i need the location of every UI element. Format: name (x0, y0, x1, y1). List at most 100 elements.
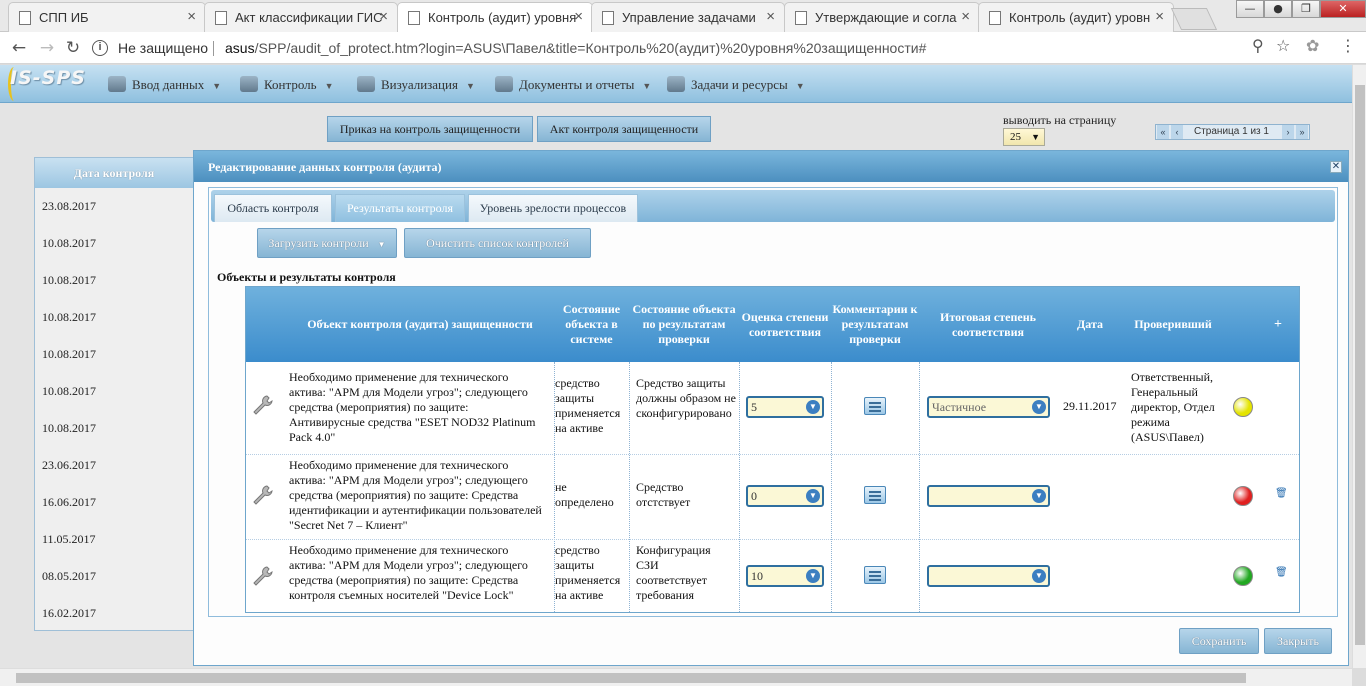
menu-icon[interactable]: ⋮ (1340, 36, 1356, 55)
tasks-icon (667, 76, 685, 92)
page-icon (215, 11, 227, 25)
date-row[interactable]: 16.02.2017 (35, 595, 193, 632)
pager-text: Страница 1 из 1 (1194, 126, 1269, 137)
first-page-icon[interactable]: « (1157, 125, 1169, 139)
tab-scope[interactable]: Область контроля (214, 194, 332, 222)
final-select[interactable]: ▼ (927, 485, 1050, 507)
date-row[interactable]: 08.05.2017 (35, 558, 193, 595)
final-select[interactable]: Частичное ▼ (927, 396, 1050, 418)
state-check-text: Средство защиты должны образом не сконфи… (636, 376, 736, 420)
col-state-check[interactable]: Состояние объекта по результатам проверк… (629, 287, 739, 362)
final-select[interactable]: ▼ (927, 565, 1050, 587)
clear-controls-button[interactable]: Очистить список контролей (404, 228, 591, 258)
menu-control[interactable]: Контроль ▼ (240, 76, 334, 93)
control-icon (240, 76, 258, 92)
horizontal-scrollbar[interactable] (0, 668, 1352, 686)
info-icon[interactable]: i (92, 40, 108, 56)
date-text: 29.11.2017 (1063, 399, 1117, 413)
dialog-title: Редактирование данных контроля (аудита) (194, 151, 1348, 182)
close-icon[interactable]: × (379, 8, 388, 25)
menu-visualization[interactable]: Визуализация ▼ (357, 76, 475, 93)
vertical-scrollbar[interactable] (1352, 65, 1366, 668)
chevron-down-icon: ▼ (1031, 132, 1040, 142)
maximize-button[interactable]: ❐ (1292, 0, 1320, 18)
scrollbar-thumb[interactable] (16, 673, 1246, 683)
col-comments[interactable]: Комментарии к результатам проверки (831, 287, 919, 362)
user-button[interactable]: ● (1264, 0, 1292, 18)
date-row[interactable]: 10.08.2017 (35, 299, 193, 336)
tab-results[interactable]: Результаты контроля (335, 194, 465, 222)
browser-tab[interactable]: Акт классификации ГИС × (204, 2, 398, 32)
col-object[interactable]: Объект контроля (аудита) защищенности (286, 287, 554, 362)
score-select[interactable]: 5 ▼ (746, 396, 824, 418)
close-icon[interactable]: × (961, 8, 970, 25)
wrench-icon[interactable] (252, 394, 274, 416)
save-button[interactable]: Сохранить (1179, 628, 1259, 654)
comment-icon[interactable] (864, 486, 886, 504)
col-checker[interactable]: Проверивший (1123, 287, 1223, 362)
back-icon[interactable]: ← (8, 37, 30, 59)
wrench-icon[interactable] (252, 565, 274, 587)
close-button[interactable]: Закрыть (1264, 628, 1332, 654)
date-row[interactable]: 16.06.2017 (35, 484, 193, 521)
chevron-down-icon: ▼ (1032, 569, 1046, 583)
table-row[interactable]: Необходимо применение для технического а… (246, 362, 1299, 454)
browser-tab-active[interactable]: Контроль (аудит) уровня × (397, 2, 593, 33)
close-icon[interactable]: × (1155, 8, 1164, 25)
close-icon[interactable]: ✕ (1330, 161, 1342, 173)
bookmark-star-icon[interactable]: ☆ (1276, 36, 1290, 55)
browser-tab[interactable]: Утверждающие и согла × (784, 2, 980, 32)
comment-icon[interactable] (864, 397, 886, 415)
prev-page-icon[interactable]: ‹ (1171, 125, 1183, 139)
extension-icon[interactable]: ✿ (1306, 36, 1319, 55)
minimize-button[interactable]: — (1236, 0, 1264, 18)
menu-tasks[interactable]: Задачи и ресурсы ▼ (667, 76, 805, 93)
date-row[interactable]: 10.08.2017 (35, 336, 193, 373)
menu-data-entry[interactable]: Ввод данных ▼ (108, 76, 221, 93)
browser-tab[interactable]: СПП ИБ × (8, 2, 206, 32)
close-icon[interactable]: × (766, 8, 775, 25)
score-select[interactable]: 0 ▼ (746, 485, 824, 507)
address-bar[interactable]: i Не защищено asus/SPP/audit_of_protect.… (92, 36, 1302, 60)
menu-documents[interactable]: Документы и отчеты ▼ (495, 76, 651, 93)
col-state-system[interactable]: Состояние объекта в системе (554, 287, 629, 362)
table-row[interactable]: Необходимо применение для технического а… (246, 454, 1299, 539)
col-date[interactable]: Дата (1057, 287, 1123, 362)
score-select[interactable]: 10 ▼ (746, 565, 824, 587)
load-controls-button[interactable]: Загрузить контроли ▼ (257, 228, 397, 258)
tab-maturity[interactable]: Уровень зрелости процессов (468, 194, 638, 222)
add-row-icon[interactable]: + (1274, 317, 1282, 333)
date-row[interactable]: 10.08.2017 (35, 410, 193, 447)
date-row[interactable]: 10.08.2017 (35, 225, 193, 262)
wrench-icon[interactable] (252, 484, 274, 506)
browser-tab[interactable]: Управление задачами × (591, 2, 785, 32)
dialog-content: Область контроля Результаты контроля Уро… (208, 187, 1338, 617)
close-icon[interactable]: × (574, 8, 583, 25)
close-window-button[interactable]: ✕ (1320, 0, 1366, 18)
per-page-select[interactable]: 25 ▼ (1003, 128, 1045, 146)
date-row[interactable]: 10.08.2017 (35, 373, 193, 410)
trash-icon[interactable]: 🗑 (1275, 567, 1288, 578)
browser-tab[interactable]: Контроль (аудит) уровн × (978, 2, 1174, 32)
date-row[interactable]: 23.06.2017 (35, 447, 193, 484)
forward-icon[interactable]: → (36, 37, 58, 59)
close-icon[interactable]: × (187, 8, 196, 25)
act-button[interactable]: Акт контроля защищенности (537, 116, 711, 142)
zoom-icon[interactable]: ⚲ (1252, 36, 1264, 55)
trash-icon[interactable]: 🗑 (1275, 488, 1288, 499)
last-page-icon[interactable]: » (1296, 125, 1308, 139)
date-row[interactable]: 23.08.2017 (35, 188, 193, 225)
col-score[interactable]: Оценка степени соответствия (739, 287, 831, 362)
next-page-icon[interactable]: › (1282, 125, 1294, 139)
date-row[interactable]: 11.05.2017 (35, 521, 193, 558)
new-tab-button[interactable] (1170, 8, 1218, 30)
object-text: Необходимо применение для технического а… (289, 370, 536, 444)
table-row[interactable]: Необходимо применение для технического а… (246, 539, 1299, 613)
date-row[interactable]: 10.08.2017 (35, 262, 193, 299)
order-button[interactable]: Приказ на контроль защищенности (327, 116, 533, 142)
comment-icon[interactable] (864, 566, 886, 584)
col-final[interactable]: Итоговая степень соответствия (919, 287, 1057, 362)
divider (213, 41, 214, 56)
scrollbar-thumb[interactable] (1355, 85, 1365, 645)
reload-icon[interactable]: ↻ (62, 37, 84, 59)
